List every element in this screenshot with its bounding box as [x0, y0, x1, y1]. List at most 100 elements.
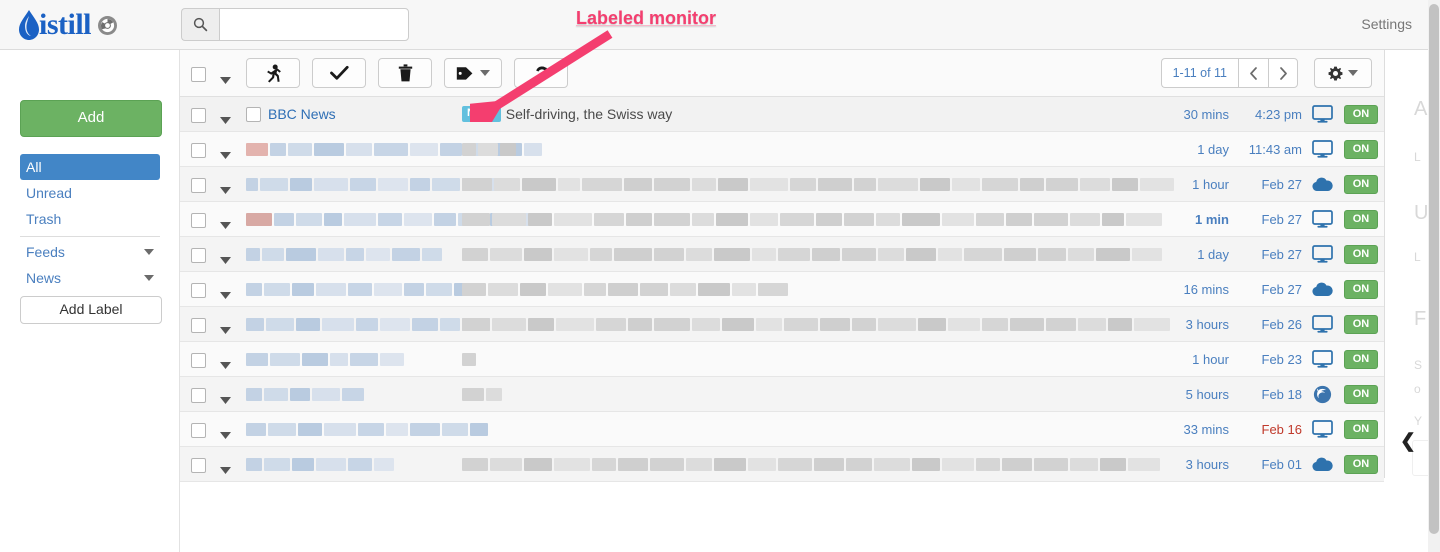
- row-select-checkbox[interactable]: [191, 143, 206, 158]
- row-select-checkbox[interactable]: [191, 458, 206, 473]
- app-logo[interactable]: istill: [16, 5, 118, 45]
- row-title-cell-redacted[interactable]: [462, 377, 504, 411]
- table-row[interactable]: 1 day 11:43 am ON: [180, 132, 1384, 167]
- table-row[interactable]: 33 mins Feb 16 ON: [180, 412, 1384, 447]
- table-row[interactable]: 5 hours Feb 18 ON: [180, 377, 1384, 412]
- page-scrollbar-track[interactable]: [1428, 0, 1440, 552]
- table-row[interactable]: 1 hour Feb 23 ON: [180, 342, 1384, 377]
- sidebar-item-trash[interactable]: Trash: [20, 206, 160, 232]
- row-dropdown-caret-icon[interactable]: [220, 461, 231, 479]
- row-status-toggle[interactable]: ON: [1344, 280, 1378, 299]
- pagination-prev-button[interactable]: [1238, 58, 1268, 88]
- mark-read-button[interactable]: [312, 58, 366, 88]
- row-dropdown-caret-icon[interactable]: [220, 321, 231, 339]
- redacted-block: [492, 212, 526, 226]
- row-monitor-name-cell-redacted[interactable]: [246, 412, 490, 446]
- tag-button[interactable]: [444, 58, 502, 88]
- add-button[interactable]: Add: [20, 100, 162, 137]
- right-panel-collapse-button[interactable]: ❮: [1400, 430, 1416, 453]
- row-select-checkbox[interactable]: [191, 388, 206, 403]
- row-select-checkbox[interactable]: [191, 108, 206, 123]
- row-monitor-name-cell-redacted[interactable]: [246, 237, 444, 271]
- table-row[interactable]: 1 min Feb 27 ON: [180, 202, 1384, 237]
- row-title-cell-redacted[interactable]: [462, 237, 1164, 271]
- row-dropdown-caret-icon[interactable]: [220, 286, 231, 304]
- row-dropdown-caret-icon[interactable]: [220, 111, 231, 129]
- sidebar-item-all[interactable]: All: [20, 154, 160, 180]
- table-row[interactable]: 1 hour Feb 27 ON: [180, 167, 1384, 202]
- sidebar-item-unread[interactable]: Unread: [20, 180, 160, 206]
- row-title[interactable]: Self-driving, the Swiss way: [506, 106, 673, 122]
- tag-dropdown-caret-icon[interactable]: [480, 70, 490, 76]
- row-status-toggle[interactable]: ON: [1344, 140, 1378, 159]
- row-label-badge[interactable]: News: [462, 106, 501, 122]
- gear-dropdown-caret-icon[interactable]: [1348, 70, 1358, 76]
- row-monitor-name-cell-redacted[interactable]: [246, 272, 474, 306]
- row-dropdown-caret-icon[interactable]: [220, 146, 231, 164]
- redacted-block: [590, 247, 612, 261]
- settings-link[interactable]: Settings: [1361, 16, 1412, 32]
- select-all-checkbox[interactable]: [191, 67, 206, 82]
- row-select-checkbox[interactable]: [191, 178, 206, 193]
- table-row[interactable]: BBC News News Self-driving, the Swiss way 3…: [180, 97, 1384, 132]
- refresh-button[interactable]: [514, 58, 568, 88]
- row-dropdown-caret-icon[interactable]: [220, 356, 231, 374]
- pagination-next-button[interactable]: [1268, 58, 1298, 88]
- redacted-block: [846, 457, 872, 471]
- run-now-button[interactable]: [246, 58, 300, 88]
- search-input[interactable]: [219, 8, 409, 41]
- row-monitor-name-cell-redacted[interactable]: [246, 447, 396, 481]
- row-name-checkbox[interactable]: [246, 106, 261, 122]
- row-dropdown-caret-icon[interactable]: [220, 181, 231, 199]
- row-status-toggle[interactable]: ON: [1344, 455, 1378, 474]
- row-select-checkbox[interactable]: [191, 248, 206, 263]
- row-status-toggle[interactable]: ON: [1344, 350, 1378, 369]
- row-select-checkbox[interactable]: [191, 283, 206, 298]
- right-panel-text-fragment: Y: [1414, 414, 1423, 428]
- row-status-toggle[interactable]: ON: [1344, 315, 1378, 334]
- row-status-toggle[interactable]: ON: [1344, 245, 1378, 264]
- add-label-button[interactable]: Add Label: [20, 296, 162, 324]
- row-title-cell-redacted[interactable]: [462, 132, 518, 166]
- row-select-checkbox[interactable]: [191, 318, 206, 333]
- search-icon[interactable]: [181, 8, 219, 41]
- row-monitor-name[interactable]: BBC News: [268, 106, 336, 122]
- table-row[interactable]: 3 hours Feb 26 ON: [180, 307, 1384, 342]
- row-title-cell-redacted[interactable]: [462, 202, 1164, 236]
- row-last-checked: Feb 18: [1261, 386, 1302, 402]
- chevron-down-icon[interactable]: [144, 249, 154, 255]
- redacted-block: [266, 317, 294, 331]
- row-dropdown-caret-icon[interactable]: [220, 216, 231, 234]
- row-dropdown-caret-icon[interactable]: [220, 391, 231, 409]
- row-status-toggle[interactable]: ON: [1344, 175, 1378, 194]
- row-title-cell-redacted[interactable]: [462, 307, 1172, 341]
- row-status-toggle[interactable]: ON: [1344, 385, 1378, 404]
- row-select-checkbox[interactable]: [191, 423, 206, 438]
- row-monitor-name-cell-redacted[interactable]: [246, 377, 366, 411]
- sidebar-group-feeds[interactable]: Feeds: [20, 239, 160, 265]
- row-title-cell-redacted[interactable]: [462, 167, 1176, 201]
- sidebar-group-news[interactable]: News: [20, 265, 160, 291]
- row-dropdown-caret-icon[interactable]: [220, 251, 231, 269]
- table-row[interactable]: 3 hours Feb 01 ON: [180, 447, 1384, 482]
- row-status-toggle[interactable]: ON: [1344, 210, 1378, 229]
- chevron-down-icon[interactable]: [144, 275, 154, 281]
- redacted-block: [756, 317, 782, 331]
- row-dropdown-caret-icon[interactable]: [220, 426, 231, 444]
- row-monitor-name-cell-redacted[interactable]: [246, 342, 406, 376]
- row-status-toggle[interactable]: ON: [1344, 420, 1378, 439]
- page-scrollbar-thumb[interactable]: [1429, 4, 1439, 534]
- table-row[interactable]: 1 day Feb 27 ON: [180, 237, 1384, 272]
- table-row[interactable]: 16 mins Feb 27 ON: [180, 272, 1384, 307]
- row-monitor-name-cell-redacted[interactable]: [246, 307, 492, 341]
- delete-button[interactable]: [378, 58, 432, 88]
- row-title-cell-redacted[interactable]: [462, 447, 1162, 481]
- select-all-dropdown-caret-icon[interactable]: [220, 71, 231, 89]
- list-settings-menu-button[interactable]: [1314, 58, 1372, 88]
- row-select-checkbox[interactable]: [191, 353, 206, 368]
- redacted-block: [748, 457, 776, 471]
- row-title-cell-redacted[interactable]: [462, 272, 790, 306]
- row-status-toggle[interactable]: ON: [1344, 105, 1378, 124]
- row-title-cell-redacted[interactable]: [462, 342, 478, 376]
- row-select-checkbox[interactable]: [191, 213, 206, 228]
